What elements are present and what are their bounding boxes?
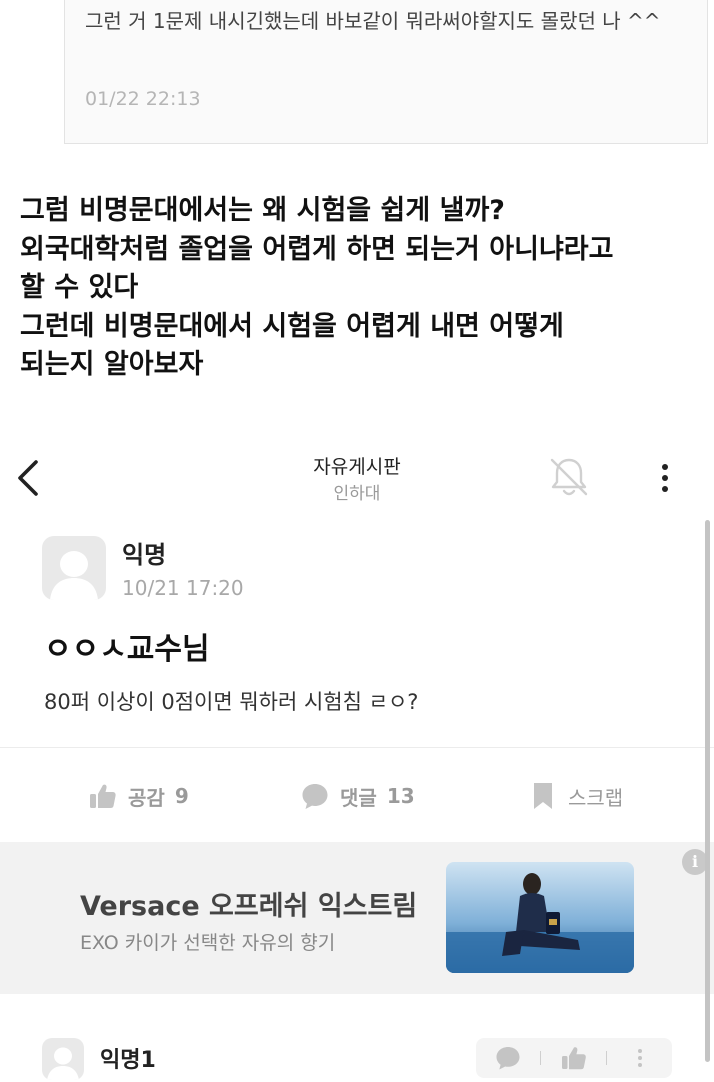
caption-text: 그럼 비명문대에서는 왜 시험을 쉽게 낼까? 외국대학처럼 졸업을 어렵게 하… <box>20 195 614 380</box>
like-button[interactable]: 공감 9 <box>88 778 189 814</box>
post-author: 익명 <box>122 541 167 569</box>
ad-title: Versace 오프레쉬 익스트림 <box>80 891 418 922</box>
like-label: 공감 <box>128 785 165 810</box>
comment-actions <box>476 1038 672 1078</box>
quoted-comment-card: 그런 거 1문제 내시긴했는데 바보같이 뭐라써야할지도 몰랐던 나 ^^ 01… <box>64 0 708 144</box>
separator <box>540 1051 541 1065</box>
post-title: ㅇㅇㅅ교수님 <box>44 632 210 667</box>
bell-off-icon <box>550 458 588 496</box>
divider <box>0 747 714 748</box>
comment-avatar <box>42 1038 84 1080</box>
thumbs-up-icon <box>90 784 116 808</box>
comment-count: 13 <box>386 784 415 808</box>
board-title: 자유게시판 <box>313 456 401 478</box>
scrollbar[interactable] <box>705 520 710 1062</box>
more-options-button[interactable] <box>652 456 678 500</box>
bookmark-icon <box>534 783 552 809</box>
comment-button[interactable]: 댓글 13 <box>300 778 415 814</box>
comment-label: 댓글 <box>340 785 377 810</box>
thumbs-up-icon[interactable] <box>560 1044 588 1072</box>
board-header: 자유게시판 인하대 <box>0 442 714 514</box>
post-time: 10/21 17:20 <box>122 576 244 600</box>
ad-photo-illustration <box>446 862 634 973</box>
post-body: 80퍼 이상이 0점이면 뭐하러 시험침 ㄹㅇ? <box>44 690 419 714</box>
scrap-button[interactable]: 스크랩 <box>528 778 623 814</box>
ad-subtitle: EXO 카이가 선택한 자유의 향기 <box>80 932 336 954</box>
more-vertical-icon <box>662 464 668 492</box>
default-avatar-icon <box>47 1047 79 1080</box>
speech-bubble-icon <box>302 784 328 809</box>
reply-icon[interactable] <box>494 1044 522 1072</box>
comment-author: 익명1 <box>100 1048 156 1073</box>
ad-image[interactable] <box>446 862 634 973</box>
avatar <box>42 536 106 600</box>
board-subtitle: 인하대 <box>333 484 381 504</box>
quoted-comment-text: 그런 거 1문제 내시긴했는데 바보같이 뭐라써야할지도 몰랐던 나 ^^ <box>85 9 661 33</box>
separator <box>606 1051 607 1065</box>
quoted-comment-time: 01/22 22:13 <box>85 88 201 110</box>
default-avatar-icon <box>50 551 98 600</box>
notification-button[interactable] <box>546 454 592 500</box>
ad-banner[interactable]: i Versace 오프레쉬 익스트림 EXO 카이가 선택한 자유의 향기 <box>0 842 714 994</box>
more-vertical-icon[interactable] <box>626 1044 654 1072</box>
like-count: 9 <box>174 784 189 808</box>
scrap-label: 스크랩 <box>568 785 624 810</box>
